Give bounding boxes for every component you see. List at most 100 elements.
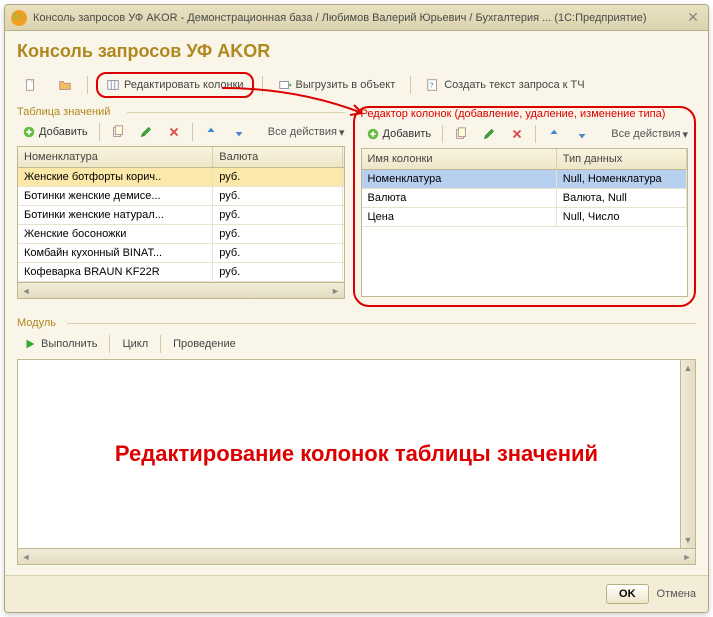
edit-columns-button[interactable]: Редактировать колонки [96, 72, 254, 98]
loop-button[interactable]: Цикл [116, 336, 154, 352]
separator [109, 335, 110, 353]
export-object-label: Выгрузить в объект [296, 79, 396, 91]
copy-icon [454, 127, 468, 141]
separator [262, 76, 263, 94]
copy-button[interactable] [449, 124, 473, 144]
column-editor-pane: Редактор колонок (добавление, удаление, … [353, 106, 697, 307]
cell-datatype: Null, Номенклатура [557, 170, 687, 188]
delete-button[interactable] [162, 122, 186, 142]
window-title: Консоль запросов УФ AKOR - Демонстрацион… [33, 12, 684, 24]
move-up-button[interactable] [542, 124, 566, 144]
pencil-icon [482, 127, 496, 141]
titlebar: Консоль запросов УФ AKOR - Демонстрацион… [5, 5, 708, 31]
cell-name: Ботинки женские натурал... [18, 206, 213, 224]
annotation-overlay: Редактирование колонок таблицы значений [115, 441, 598, 467]
col-currency[interactable]: Валюта [213, 147, 343, 167]
arrow-up-icon [547, 127, 561, 141]
cell-name: Кофеварка BRAUN KF22R [18, 263, 213, 281]
table-row[interactable]: ЦенаNull, Число [362, 208, 688, 227]
edit-button[interactable] [134, 122, 158, 142]
x-icon [510, 127, 524, 141]
columns-icon [106, 78, 120, 92]
delete-button[interactable] [505, 124, 529, 144]
table-row[interactable]: Женские ботфорты корич..руб. [18, 168, 344, 187]
add-label: Добавить [39, 126, 88, 138]
table-row[interactable]: Ботинки женские демисе...руб. [18, 187, 344, 206]
run-button[interactable]: Выполнить [17, 335, 103, 353]
separator [99, 123, 100, 141]
window: Консоль запросов УФ AKOR - Демонстрацион… [4, 4, 709, 613]
cell-currency: руб. [213, 244, 343, 262]
open-button[interactable] [51, 74, 79, 96]
page-title: Консоль запросов УФ AKOR [17, 41, 696, 62]
table-row[interactable]: Женские босоножкируб. [18, 225, 344, 244]
col-name[interactable]: Номенклатура [18, 147, 213, 167]
table-row[interactable]: Кофеварка BRAUN KF22Rруб. [18, 263, 344, 282]
close-icon[interactable]: ✕ [684, 9, 702, 27]
code-editor[interactable]: Редактирование колонок таблицы значений … [17, 359, 696, 549]
columns-table: Имя колонки Тип данных НоменклатураNull,… [361, 148, 689, 297]
table-row[interactable]: Ботинки женские натурал...руб. [18, 206, 344, 225]
panes: Таблица значений Добавить Все действия ▾ [17, 106, 696, 307]
h-scrollbar[interactable]: ◄► [17, 549, 696, 565]
cell-colname: Цена [362, 208, 557, 226]
values-table-pane: Таблица значений Добавить Все действия ▾ [17, 106, 345, 307]
export-object-button[interactable]: Выгрузить в объект [271, 74, 403, 96]
cell-currency: руб. [213, 225, 343, 243]
document-icon [24, 78, 38, 92]
add-label: Добавить [383, 128, 432, 140]
cell-name: Женские ботфорты корич.. [18, 168, 213, 186]
table-header: Имя колонки Тип данных [362, 149, 688, 170]
folder-icon [58, 78, 72, 92]
add-row-button[interactable]: Добавить [17, 122, 93, 142]
content: Консоль запросов УФ AKOR Редактировать к… [5, 31, 708, 575]
main-toolbar: Редактировать колонки Выгрузить в объект… [17, 72, 696, 98]
arrow-down-icon [232, 125, 246, 139]
app-icon [11, 10, 27, 26]
add-column-button[interactable]: Добавить [361, 124, 437, 144]
x-icon [167, 125, 181, 139]
new-doc-button[interactable] [17, 74, 45, 96]
plus-icon [22, 125, 36, 139]
copy-icon [111, 125, 125, 139]
ok-button[interactable]: OK [606, 584, 649, 604]
v-scrollbar[interactable]: ▲▼ [680, 359, 696, 549]
pencil-icon [139, 125, 153, 139]
create-query-button[interactable]: ? Создать текст запроса к ТЧ [419, 74, 591, 96]
edit-button[interactable] [477, 124, 501, 144]
col-datatype[interactable]: Тип данных [557, 149, 687, 169]
editor-toolbar: Добавить Все действия ▾ [361, 124, 689, 144]
module-label: Модуль [17, 317, 696, 329]
footer: OK Отмена [5, 575, 708, 612]
move-down-button[interactable] [227, 122, 251, 142]
column-editor-label: Редактор колонок (добавление, удаление, … [361, 108, 689, 120]
cell-datatype: Валюта, Null [557, 189, 687, 207]
table-row[interactable]: ВалютаВалюта, Null [362, 189, 688, 208]
separator [442, 125, 443, 143]
col-colname[interactable]: Имя колонки [362, 149, 557, 169]
move-up-button[interactable] [199, 122, 223, 142]
query-icon: ? [426, 78, 440, 92]
table-row[interactable]: НоменклатураNull, Номенклатура [362, 170, 688, 189]
arrow-down-icon [575, 127, 589, 141]
cell-colname: Валюта [362, 189, 557, 207]
all-actions-button[interactable]: Все действия ▾ [611, 128, 688, 141]
play-icon [23, 337, 37, 351]
values-table-label: Таблица значений [17, 106, 345, 118]
separator [410, 76, 411, 94]
cell-currency: руб. [213, 168, 343, 186]
cell-currency: руб. [213, 187, 343, 205]
cell-name: Ботинки женские демисе... [18, 187, 213, 205]
h-scrollbar[interactable]: ◄► [17, 283, 345, 299]
all-actions-button[interactable]: Все действия ▾ [268, 126, 345, 139]
move-down-button[interactable] [570, 124, 594, 144]
copy-button[interactable] [106, 122, 130, 142]
values-table: Номенклатура Валюта Женские ботфорты кор… [17, 146, 345, 283]
posting-button[interactable]: Проведение [167, 336, 242, 352]
table-row[interactable]: Комбайн кухонный BINAT...руб. [18, 244, 344, 263]
cell-colname: Номенклатура [362, 170, 557, 188]
chevron-down-icon: ▾ [682, 128, 688, 141]
plus-icon [366, 127, 380, 141]
table-body: НоменклатураNull, НоменклатураВалютаВалю… [362, 170, 688, 296]
cancel-button[interactable]: Отмена [657, 588, 696, 600]
